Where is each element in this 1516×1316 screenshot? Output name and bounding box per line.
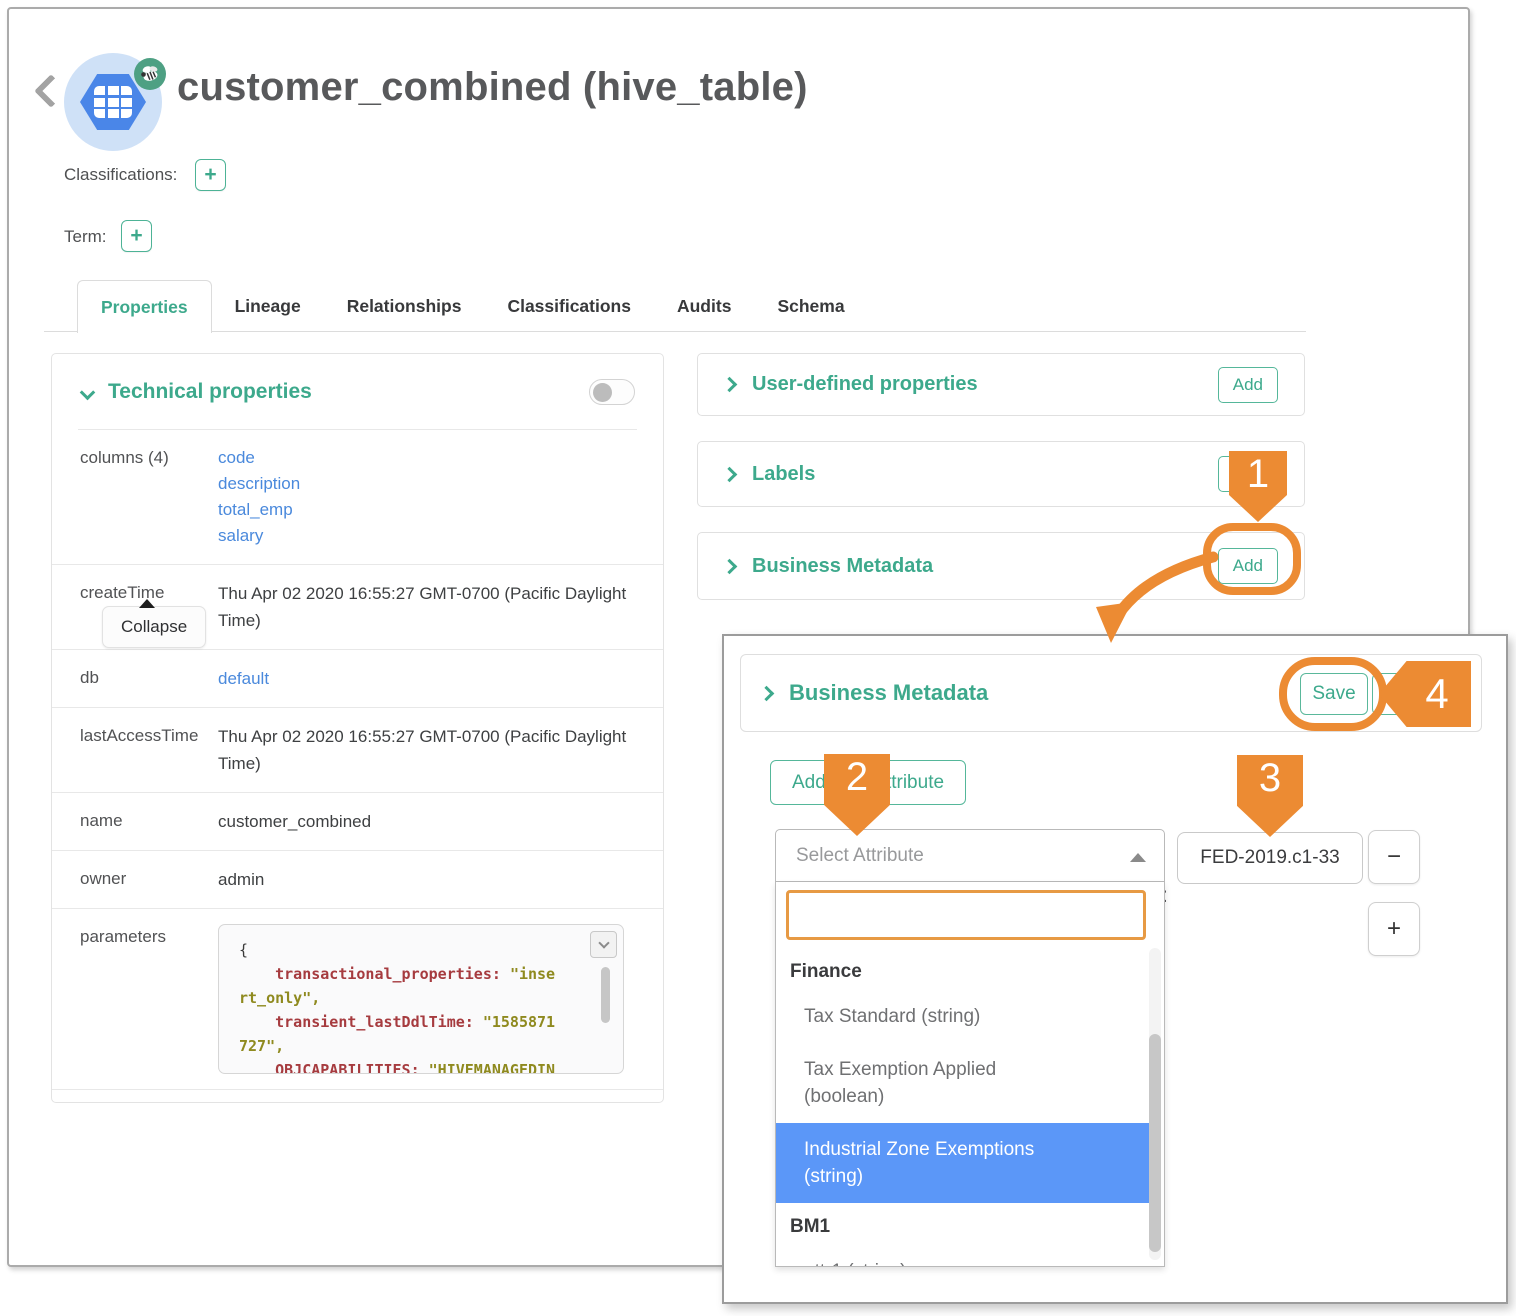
panel-title: User-defined properties bbox=[752, 373, 978, 396]
callout-step-3: 3 bbox=[1237, 755, 1303, 837]
code-line: 727", bbox=[239, 1034, 575, 1058]
dropdown-group-bm1: BM1 bbox=[776, 1203, 1150, 1245]
dropdown-item-industrial-zone-exemptions-string[interactable]: Industrial Zone Exemptions (string) bbox=[776, 1123, 1150, 1203]
tab-audits[interactable]: Audits bbox=[654, 280, 754, 332]
chevron-down-icon bbox=[598, 937, 609, 948]
page-title: customer_combined (hive_table) bbox=[177, 65, 808, 110]
dropdown-group-finance: Finance bbox=[776, 948, 1150, 990]
technical-properties-toggle[interactable] bbox=[589, 379, 635, 405]
property-label: lastAccessTime bbox=[80, 723, 218, 749]
code-line: transient_lastDdlTime: "1585871 bbox=[239, 1010, 575, 1034]
save-button-highlight-ring bbox=[1279, 657, 1387, 731]
property-label: parameters bbox=[80, 924, 218, 950]
dropdown-scrollbar-thumb[interactable] bbox=[1149, 1034, 1161, 1252]
term-label: Term: bbox=[64, 227, 107, 247]
property-label: createTimeCollapse bbox=[80, 580, 218, 606]
dropdown-item-tax-standard-string[interactable]: Tax Standard (string) bbox=[776, 990, 1150, 1043]
value-link-default[interactable]: default bbox=[218, 669, 269, 688]
attribute-select-placeholder: Select Attribute bbox=[796, 845, 924, 867]
tab-schema[interactable]: Schema bbox=[754, 280, 867, 332]
property-label: owner bbox=[80, 866, 218, 892]
property-label: name bbox=[80, 808, 218, 834]
expand-chevron-icon[interactable] bbox=[722, 377, 738, 393]
attribute-select[interactable]: Select Attribute bbox=[775, 829, 1165, 882]
remove-attribute-button[interactable]: − bbox=[1368, 830, 1420, 884]
technical-properties-title: Technical properties bbox=[108, 380, 312, 404]
panel-title: Business Metadata bbox=[752, 555, 933, 578]
technical-properties-rows: columns (4)codedescriptiontotal_empsalar… bbox=[52, 430, 663, 1103]
panel-title: Labels bbox=[752, 463, 815, 486]
tab-properties[interactable]: Properties bbox=[77, 280, 212, 333]
property-row-parameters: parameters{ transactional_properties: "i… bbox=[52, 908, 663, 1089]
property-row-columns-4: columns (4)codedescriptiontotal_empsalar… bbox=[52, 430, 663, 564]
callout-step-2: 2 bbox=[824, 754, 890, 836]
tab-relationships[interactable]: Relationships bbox=[324, 280, 485, 332]
attribute-dropdown-list: FinanceTax Standard (string)Tax Exemptio… bbox=[776, 948, 1150, 1266]
add-classification-button[interactable]: + bbox=[195, 159, 226, 191]
property-value: { transactional_properties: "insert_only… bbox=[218, 924, 635, 1074]
dropdown-item-attr1-string[interactable]: attr1 (string) bbox=[776, 1245, 1150, 1267]
business-metadata-editor-panel: Business Metadata Save 4 Add New Attribu… bbox=[722, 634, 1508, 1304]
toggle-knob bbox=[593, 383, 612, 402]
dropdown-item-tax-exemption-applied-boolean[interactable]: Tax Exemption Applied (boolean) bbox=[776, 1043, 1150, 1123]
code-line: rt_only", bbox=[239, 986, 575, 1010]
column-link-description[interactable]: description bbox=[218, 471, 635, 497]
column-link-code[interactable]: code bbox=[218, 445, 635, 471]
add-attribute-row-button[interactable]: + bbox=[1368, 902, 1420, 956]
business-metadata-editor-title: Business Metadata bbox=[789, 680, 988, 706]
property-value: admin bbox=[218, 866, 635, 893]
code-scrollbar-thumb[interactable] bbox=[601, 967, 610, 1023]
attribute-value-input[interactable] bbox=[1177, 832, 1363, 884]
code-line: { bbox=[239, 938, 575, 962]
property-value: customer_combined bbox=[218, 808, 635, 835]
expand-chevron-icon[interactable] bbox=[722, 466, 738, 482]
property-row-qualifiedname: qualifiedNamedefault.customer_combined@c… bbox=[52, 1089, 663, 1103]
attribute-search-input[interactable] bbox=[786, 890, 1146, 940]
tab-lineage[interactable]: Lineage bbox=[212, 280, 324, 332]
property-value: default bbox=[218, 665, 635, 692]
back-button[interactable] bbox=[34, 74, 68, 108]
panel-user-defined-properties: User-defined properties Add bbox=[697, 353, 1305, 416]
table-grid-icon bbox=[94, 86, 132, 118]
property-row-db: dbdefault bbox=[52, 649, 663, 707]
add-term-button[interactable]: + bbox=[121, 220, 152, 252]
expand-chevron-icon[interactable] bbox=[759, 685, 775, 701]
code-line: transactional_properties: "inse bbox=[239, 962, 575, 986]
collapse-chevron-icon[interactable] bbox=[80, 384, 96, 400]
property-value: codedescriptiontotal_empsalary bbox=[218, 445, 635, 549]
classifications-label: Classifications: bbox=[64, 165, 177, 185]
parameters-code-block: { transactional_properties: "insert_only… bbox=[218, 924, 624, 1074]
property-row-lastaccesstime: lastAccessTimeThu Apr 02 2020 16:55:27 G… bbox=[52, 707, 663, 792]
column-link-total-emp[interactable]: total_emp bbox=[218, 497, 635, 523]
technical-properties-header: Technical properties bbox=[52, 354, 663, 421]
attribute-dropdown: FinanceTax Standard (string)Tax Exemptio… bbox=[775, 882, 1165, 1267]
code-scroll-button[interactable] bbox=[590, 931, 617, 958]
property-value: Thu Apr 02 2020 16:55:27 GMT-0700 (Pacif… bbox=[218, 580, 635, 634]
tab-classifications[interactable]: Classifications bbox=[484, 280, 654, 332]
technical-properties-panel: Technical properties columns (4)codedesc… bbox=[51, 353, 664, 1103]
add-button-highlight-ring bbox=[1203, 523, 1301, 595]
property-row-name: namecustomer_combined bbox=[52, 792, 663, 850]
property-row-createtime: createTimeCollapseThu Apr 02 2020 16:55:… bbox=[52, 564, 663, 649]
code-line: OBJCAPABILITIES: "HIVEMANAGEDIN bbox=[239, 1058, 575, 1074]
expand-chevron-icon[interactable] bbox=[722, 558, 738, 574]
hive-bee-badge-icon bbox=[134, 58, 166, 90]
property-row-owner: owneradmin bbox=[52, 850, 663, 908]
panel-labels: LabelsAdd bbox=[697, 441, 1305, 507]
property-value: Thu Apr 02 2020 16:55:27 GMT-0700 (Pacif… bbox=[218, 723, 635, 777]
select-caret-icon bbox=[1130, 853, 1146, 862]
screenshot-root: customer_combined (hive_table) Classific… bbox=[0, 0, 1516, 1316]
add-button-user-defined-properties[interactable]: Add bbox=[1218, 367, 1278, 403]
collapse-tooltip: Collapse bbox=[102, 606, 206, 648]
tab-bar: PropertiesLineageRelationshipsClassifica… bbox=[77, 280, 868, 332]
property-label: db bbox=[80, 665, 218, 691]
property-label: columns (4) bbox=[80, 445, 218, 471]
tooltip-caret-icon bbox=[139, 599, 155, 608]
hive-table-entity-icon bbox=[64, 53, 162, 151]
column-link-salary[interactable]: salary bbox=[218, 523, 635, 549]
